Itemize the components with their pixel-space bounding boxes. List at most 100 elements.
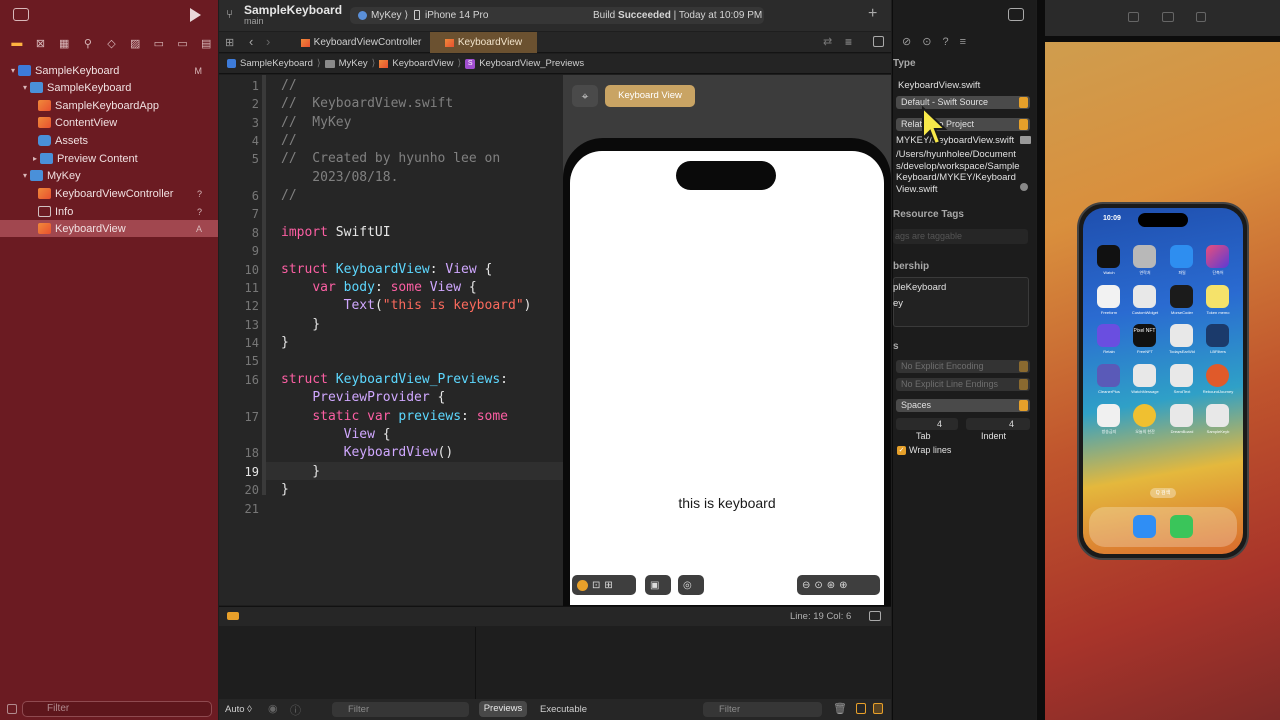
line-endings-popup[interactable]: No Explicit Line Endings: [896, 378, 1030, 391]
find-icon[interactable]: ⚲: [76, 37, 100, 50]
preview-device-button[interactable]: ◎: [678, 575, 704, 595]
app-icon-reboundjourney[interactable]: [1206, 364, 1229, 387]
executable-tab[interactable]: Executable: [540, 704, 587, 715]
forward-icon[interactable]: ›: [266, 34, 270, 49]
back-icon[interactable]: ‹: [249, 34, 253, 49]
tree-item-file[interactable]: KeyboardViewController?: [0, 185, 218, 202]
zoom-100-icon[interactable]: ⊙: [814, 580, 822, 591]
tab-keyboardview[interactable]: KeyboardView: [430, 32, 537, 53]
attributes-icon[interactable]: ≡: [960, 36, 977, 48]
variants-icon[interactable]: ⊞: [604, 580, 612, 591]
membership-item[interactable]: ey: [893, 298, 903, 309]
filter-options-icon[interactable]: [7, 704, 17, 714]
app-icon-dreamboard[interactable]: [1170, 404, 1193, 427]
app-icon-freeform[interactable]: [1097, 285, 1120, 308]
code-folding-ribbon[interactable]: [262, 75, 266, 495]
editor-options-icon[interactable]: ≡: [845, 35, 852, 49]
trash-icon[interactable]: 🗑: [833, 702, 847, 715]
source-control-icon[interactable]: ⊠: [29, 37, 53, 50]
sidebar-toggle-icon[interactable]: [13, 8, 29, 21]
app-icon-morsecoder[interactable]: [1170, 285, 1193, 308]
layout-left-icon[interactable]: [856, 703, 866, 714]
membership-item[interactable]: pleKeyboard: [893, 282, 946, 293]
home-icon[interactable]: [1128, 12, 1139, 22]
selectable-mode-icon[interactable]: ⊡: [592, 580, 600, 591]
app-icon-lbfilters[interactable]: [1206, 324, 1229, 347]
tree-item-project[interactable]: ▾ SampleKeyboard M: [0, 62, 218, 79]
tree-item-group[interactable]: ▸ Preview Content: [0, 150, 218, 167]
navigator-filter-input[interactable]: Filter: [22, 701, 212, 717]
debug-icon[interactable]: ▭: [147, 37, 171, 50]
device-settings-button[interactable]: ▣: [645, 575, 671, 595]
breakpoint-icon[interactable]: ▭: [171, 37, 195, 50]
breadcrumb-symbol[interactable]: KeyboardView_Previews: [479, 58, 584, 69]
rotate-icon[interactable]: [1196, 12, 1206, 22]
app-icon-messages[interactable]: [1170, 515, 1193, 538]
app-icon-sendtext[interactable]: [1170, 364, 1193, 387]
folder-icon[interactable]: ▬: [5, 37, 29, 49]
spotlight-search-pill[interactable]: Q 검색: [1150, 488, 1176, 498]
location-popup[interactable]: Relative to Project: [896, 118, 1030, 131]
symbol-icon[interactable]: ▦: [52, 37, 76, 50]
app-icon-retain[interactable]: [1097, 324, 1120, 347]
device-selector[interactable]: iPhone 14 Pro: [425, 10, 488, 21]
tree-item-group[interactable]: ▾ SampleKeyboard: [0, 79, 218, 96]
run-button[interactable]: [190, 8, 201, 22]
auto-variables-selector[interactable]: Auto ◊: [225, 704, 252, 715]
app-icon-files[interactable]: [1170, 245, 1193, 268]
file-inspector-icon[interactable]: ⊘: [902, 36, 922, 48]
tree-item-group[interactable]: ▾ MyKey: [0, 167, 218, 184]
live-mode-icon[interactable]: [577, 579, 588, 591]
breadcrumb-group[interactable]: MyKey: [339, 58, 368, 69]
app-icon-watchmessage[interactable]: [1133, 364, 1156, 387]
breadcrumb-file[interactable]: KeyboardView: [392, 58, 453, 69]
app-icon-token-memo[interactable]: [1206, 285, 1229, 308]
app-icon-samplekeyboard[interactable]: [1206, 404, 1229, 427]
zoom-in-icon[interactable]: ⊕: [839, 580, 847, 591]
zoom-fit-icon[interactable]: ⊛: [827, 580, 835, 591]
indent-width-stepper[interactable]: 4: [966, 418, 1030, 430]
layout-right-icon[interactable]: [873, 703, 883, 714]
tree-item-assets[interactable]: Assets: [0, 132, 218, 149]
grid-icon[interactable]: ⊞: [225, 36, 234, 49]
issue-icon[interactable]: ◇: [100, 37, 124, 50]
zoom-out-icon[interactable]: ⊖: [802, 580, 810, 591]
info-icon[interactable]: ⓘ: [290, 702, 301, 718]
quick-help-icon[interactable]: ?: [942, 36, 959, 48]
app-icon-ban[interactable]: [1097, 404, 1120, 427]
add-icon[interactable]: +: [868, 5, 877, 23]
minimap-toggle-icon[interactable]: [869, 611, 881, 621]
scheme-selector[interactable]: MyKey ⟩: [371, 10, 408, 21]
tab-width-stepper[interactable]: 4: [896, 418, 958, 430]
previews-tab[interactable]: Previews: [479, 701, 527, 717]
app-icon-customwidget[interactable]: [1133, 285, 1156, 308]
reveal-arrow-icon[interactable]: [1020, 183, 1028, 191]
app-icon-contacts[interactable]: [1133, 245, 1156, 268]
report-icon[interactable]: ▤: [194, 37, 218, 50]
history-icon[interactable]: ⊙: [922, 36, 942, 48]
app-icon-watch[interactable]: [1097, 245, 1120, 268]
text-encoding-popup[interactable]: No Explicit Encoding: [896, 360, 1030, 373]
app-icon-todaysearwid[interactable]: [1170, 324, 1193, 347]
inspector-toggle-icon[interactable]: [1008, 8, 1024, 21]
file-name-field[interactable]: KeyboardView.swift: [898, 80, 980, 91]
tree-item-file[interactable]: Info?: [0, 203, 218, 220]
tree-item-file[interactable]: ContentView: [0, 114, 218, 131]
app-icon-cleanerplus[interactable]: [1097, 364, 1120, 387]
app-icon-safari[interactable]: [1133, 515, 1156, 538]
tree-item-file[interactable]: SampleKeyboardApp: [0, 97, 218, 114]
screenshot-icon[interactable]: [1162, 12, 1174, 22]
tree-item-file-selected[interactable]: KeyboardView A: [0, 220, 218, 237]
app-icon-freenft[interactable]: Pixel NFT: [1133, 324, 1156, 347]
app-icon-shortcuts[interactable]: [1206, 245, 1229, 268]
app-icon-drink[interactable]: [1133, 404, 1156, 427]
eye-icon[interactable]: ◉: [268, 702, 278, 715]
resource-tags-field[interactable]: ags are taggable: [893, 229, 1028, 244]
indent-using-popup[interactable]: Spaces: [896, 399, 1030, 412]
split-editor-icon[interactable]: [873, 36, 884, 47]
variables-filter-input[interactable]: Filter: [332, 702, 469, 717]
keyboard-view-preview-button[interactable]: Keyboard View: [605, 85, 695, 107]
breadcrumb-project[interactable]: SampleKeyboard: [240, 58, 313, 69]
test-icon[interactable]: ▨: [123, 37, 147, 50]
refresh-icon[interactable]: ⇄: [823, 35, 832, 48]
